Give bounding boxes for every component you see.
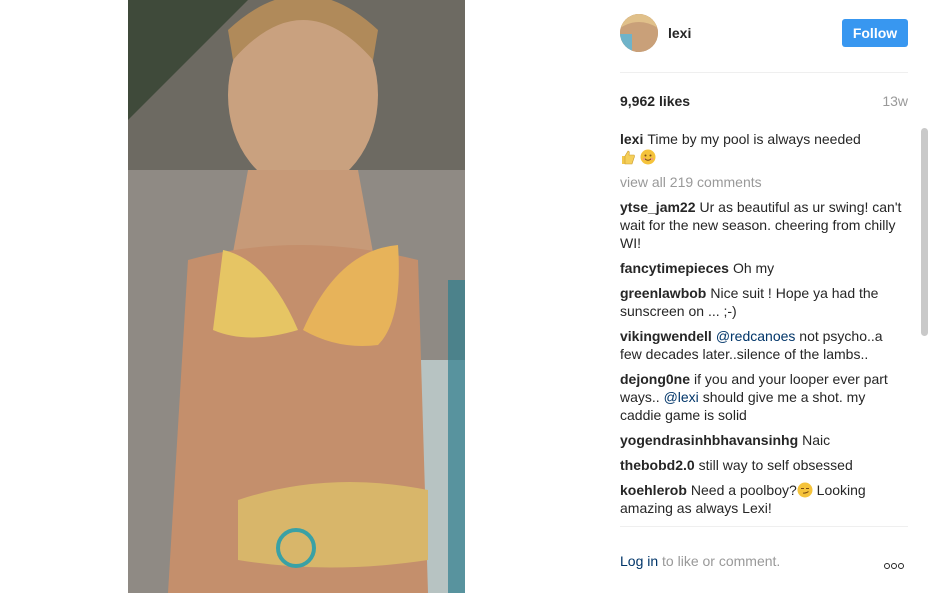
comment: vikingwendell @redcanoes not psycho..a fe… [620, 327, 908, 363]
post-header: lexi Follow [620, 14, 908, 54]
comment-user[interactable]: ytse_jam22 [620, 199, 696, 215]
comment-user[interactable]: koehlerob [620, 482, 687, 498]
comment: fancytimepieces Oh my [620, 259, 908, 277]
avatar[interactable] [620, 14, 658, 52]
login-link[interactable]: Log in [620, 553, 658, 569]
smirk-emoji-icon [797, 482, 813, 498]
likes-row: 9,962 likes 13w [620, 93, 908, 111]
comment: koehlerob Need a poolboy? Looking amazing… [620, 481, 908, 517]
comment-user[interactable]: thebobd2.0 [620, 457, 695, 473]
likes-count[interactable]: 9,962 likes [620, 93, 690, 109]
mention-link[interactable]: @lexi [664, 389, 699, 405]
comment: dejong0ne if you and your looper ever par… [620, 370, 908, 424]
comments-scrollbar[interactable] [921, 128, 928, 336]
smile-emoji-icon [640, 149, 656, 165]
divider [620, 526, 908, 527]
follow-button[interactable]: Follow [842, 19, 908, 47]
divider [620, 72, 908, 73]
comment-text: Need a poolboy? [690, 482, 797, 498]
comment: ytse_jam22 Ur as beautiful as ur swing! c… [620, 198, 908, 252]
post-photo[interactable] [128, 0, 465, 593]
avatar-image [620, 14, 658, 52]
comment-user[interactable]: lexi [620, 131, 643, 147]
comment-user[interactable]: fancytimepieces [620, 260, 729, 276]
more-options-icon[interactable] [884, 556, 908, 569]
post-side-panel: lexi Follow 9,962 likes 13w lexi Time by … [620, 0, 908, 593]
comment: yogendrasinhbhavansinhg Naic [620, 431, 908, 449]
comment: greenlawbob Nice suit ! Hope ya had the s… [620, 284, 908, 320]
login-prompt: Log in to like or comment. [620, 553, 908, 573]
caption: lexi Time by my pool is always needed [620, 130, 908, 166]
comment-text: Time by my pool is always needed [647, 131, 861, 147]
comment-text: Oh my [732, 260, 775, 276]
username[interactable]: lexi [668, 25, 691, 41]
comment-user[interactable]: greenlawbob [620, 285, 706, 301]
post-photo-illustration [128, 0, 465, 593]
mention-link[interactable]: @redcanoes [716, 328, 796, 344]
comments-list: lexi Time by my pool is always needed vie… [620, 130, 908, 520]
login-prompt-text: to like or comment. [662, 553, 781, 569]
comment-user[interactable]: vikingwendell [620, 328, 712, 344]
comment-user[interactable]: yogendrasinhbhavansinhg [620, 432, 798, 448]
comment: thebobd2.0 still way to self obsessed [620, 456, 908, 474]
comment-user[interactable]: dejong0ne [620, 371, 690, 387]
comment-text: Naic [802, 432, 831, 448]
post-age[interactable]: 13w [882, 93, 908, 109]
comment-text: still way to self obsessed [698, 457, 853, 473]
view-all-comments-link[interactable]: view all 219 comments [620, 173, 908, 191]
thumbs-up-icon [620, 149, 636, 165]
